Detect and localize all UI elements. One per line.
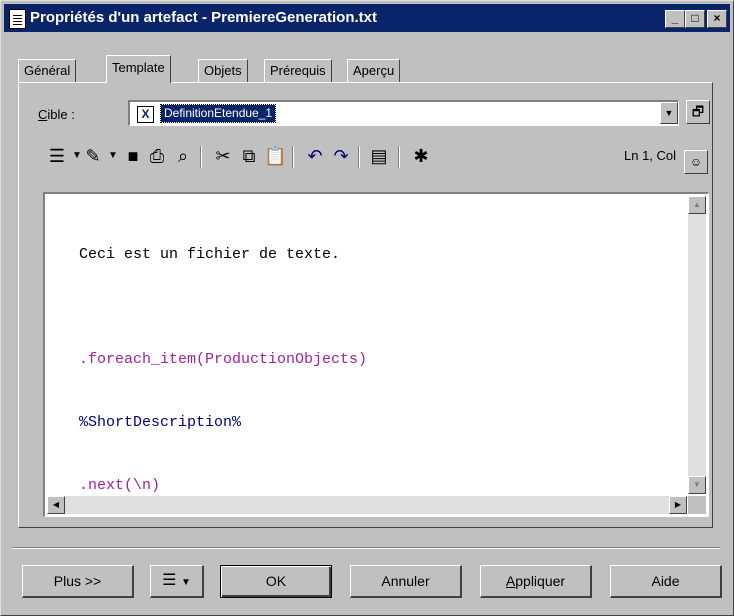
minimize-button[interactable]: _ (665, 10, 685, 28)
chevron-down-icon[interactable]: ▼ (660, 102, 678, 124)
tab-general[interactable]: Général (18, 59, 77, 82)
edit-icon[interactable]: ✎ (82, 143, 104, 169)
save-icon[interactable]: ■ (122, 143, 144, 169)
ok-button[interactable]: OK (220, 565, 332, 598)
cible-selected-value: DefinitionEtendue_1 (159, 104, 277, 123)
undo-icon[interactable]: ↶ (304, 143, 326, 169)
scroll-corner (688, 496, 706, 514)
title-bar[interactable]: Propriétés d'un artefact - PremiereGener… (4, 4, 730, 32)
cible-properties-button[interactable]: 🗗 (686, 100, 710, 124)
toolbar-separator (200, 146, 202, 168)
footer-divider (12, 547, 720, 549)
template-editor[interactable]: Ceci est un fichier de texte. .foreach_i… (43, 192, 709, 517)
scroll-right-icon[interactable]: ▶ (669, 496, 687, 514)
properties-list-icon: ☰ (162, 572, 177, 589)
scroll-down-icon[interactable]: ▼ (688, 476, 706, 494)
maximize-button[interactable]: □ (685, 10, 705, 28)
help-button[interactable]: Aide (610, 565, 722, 598)
tab-prerequis[interactable]: Prérequis (264, 59, 332, 82)
template-code: Ceci est un fichier de texte. .foreach_i… (79, 202, 367, 538)
person-icon[interactable]: ☺ (684, 150, 708, 174)
code-line: .next(\n) (79, 477, 161, 494)
chevron-down-icon[interactable]: ▼ (102, 143, 124, 169)
chevron-down-icon: ▼ (180, 577, 191, 588)
insert-template-icon[interactable]: ✱ (410, 143, 432, 169)
code-line: %ShortDescription% (79, 414, 242, 431)
code-line: Ceci est un fichier de texte. (79, 246, 341, 263)
copy-icon[interactable]: ⧉ (238, 143, 260, 169)
scroll-up-icon[interactable]: ▲ (688, 196, 706, 214)
document-icon (9, 9, 26, 29)
code-line: .foreach_item(ProductionObjects) (79, 351, 368, 368)
more-button[interactable]: Plus >> (22, 565, 134, 598)
toolbar-separator (358, 146, 360, 168)
cancel-button[interactable]: Annuler (350, 565, 462, 598)
find-icon[interactable]: ⌕ (172, 143, 194, 169)
window-title: Propriétés d'un artefact - PremiereGener… (30, 9, 377, 26)
extended-definition-icon: X (137, 106, 154, 123)
redo-icon[interactable]: ↷ (330, 143, 352, 169)
tab-objets[interactable]: Objets (198, 59, 248, 82)
cible-combobox[interactable]: X DefinitionEtendue_1 ▼ (128, 100, 679, 126)
tab-template[interactable]: Template (106, 55, 171, 83)
horizontal-scrollbar[interactable]: ◀ ▶ (47, 496, 687, 514)
cible-label: Cible : (38, 107, 75, 122)
toolbar-separator (292, 146, 294, 168)
cut-icon[interactable]: ✂ (212, 143, 234, 169)
insert-file-icon[interactable]: ▤ (368, 143, 390, 169)
apply-button[interactable]: Appliquer (480, 565, 592, 598)
paste-icon[interactable]: 📋 (264, 143, 286, 169)
list-menu-button[interactable]: ☰ ▼ (150, 565, 204, 598)
tab-apercu[interactable]: Aperçu (347, 59, 401, 82)
vertical-scrollbar[interactable]: ▲ ▼ (688, 196, 706, 494)
properties-list-icon[interactable]: ☰ (46, 143, 68, 169)
scroll-left-icon[interactable]: ◀ (47, 496, 65, 514)
cursor-position-readout: Ln 1, Col (624, 148, 677, 163)
close-button[interactable]: × (707, 10, 727, 28)
toolbar-separator (398, 146, 400, 168)
print-icon[interactable]: ⎙ (146, 143, 168, 169)
